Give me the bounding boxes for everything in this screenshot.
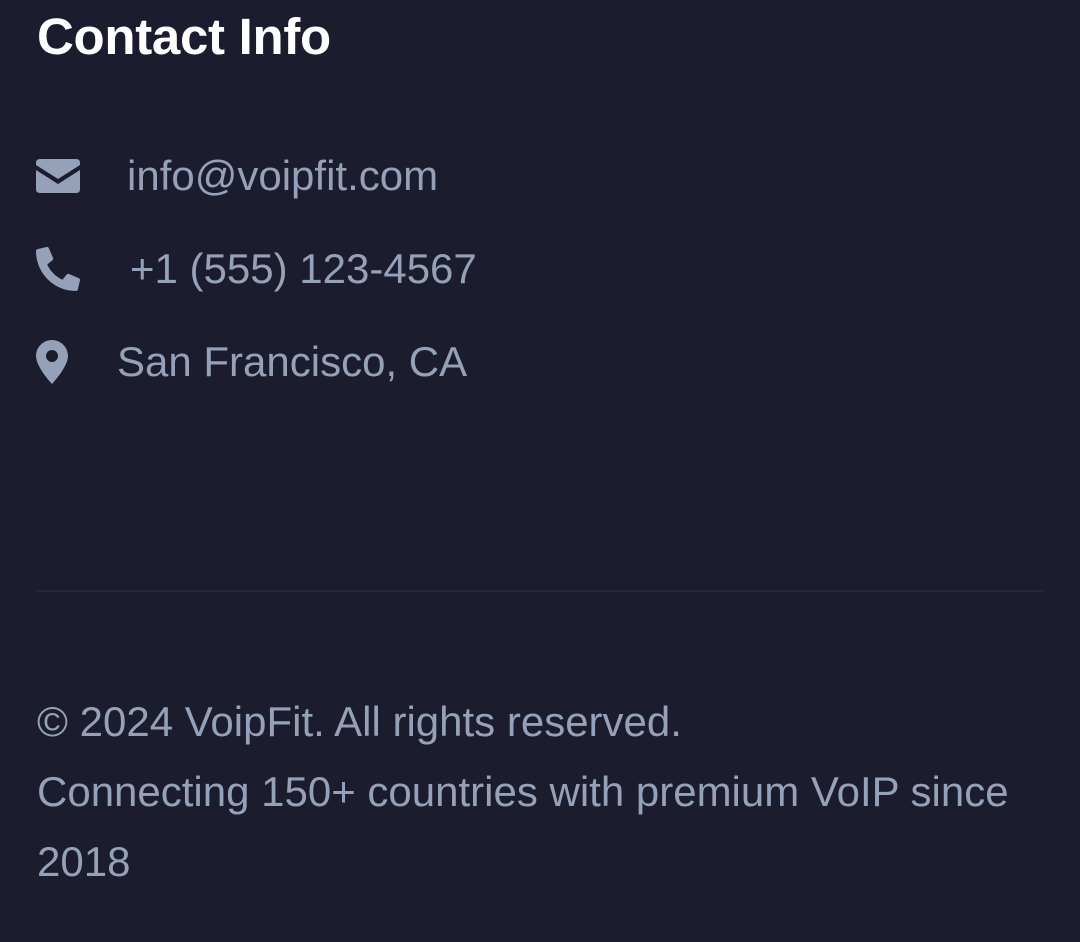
contact-info-heading: Contact Info [37,8,331,65]
contact-email-link[interactable]: info@voipfit.com [36,151,438,201]
contact-location: San Francisco, CA [36,337,467,387]
envelope-icon [36,159,80,193]
copyright-text: © 2024 VoipFit. All rights reserved. [37,698,682,745]
footer-divider [37,590,1044,592]
contact-email-text: info@voipfit.com [127,152,439,199]
contact-phone-text: +1 (555) 123-4567 [130,245,477,292]
phone-icon [36,247,80,291]
footer-bottom-text: © 2024 VoipFit. All rights reserved. Con… [37,687,1047,897]
map-marker-icon [36,340,68,384]
tagline-text: Connecting 150+ countries with premium V… [37,768,1009,885]
contact-location-text: San Francisco, CA [117,338,468,385]
contact-phone-link[interactable]: +1 (555) 123-4567 [36,244,477,294]
